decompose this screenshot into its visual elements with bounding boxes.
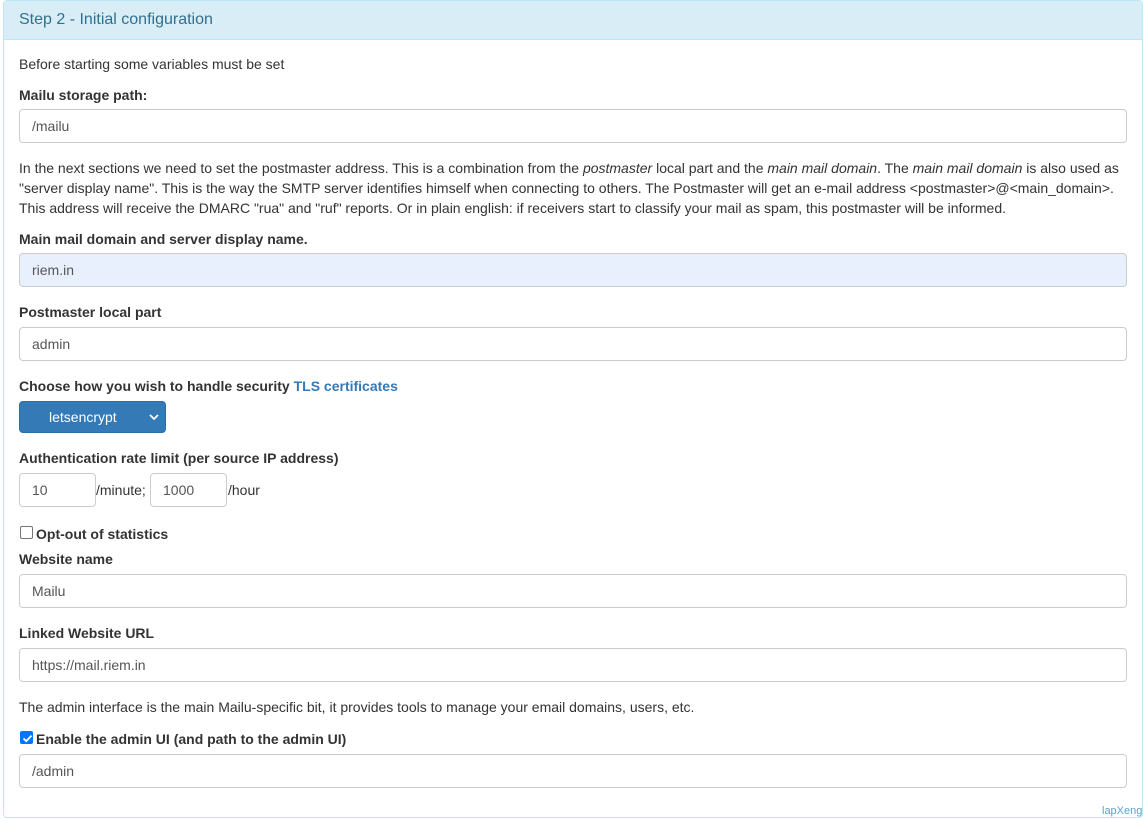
tls-certificates-link[interactable]: TLS certificates xyxy=(294,378,398,394)
website-url-label: Linked Website URL xyxy=(19,625,155,641)
admin-ui-label: Enable the admin UI (and path to the adm… xyxy=(36,731,347,747)
tls-label: Choose how you wish to handle security T… xyxy=(19,376,398,396)
panel-title: Step 2 - Initial configuration xyxy=(4,1,1142,40)
admin-ui-checkbox[interactable] xyxy=(20,731,33,744)
domain-label: Main mail domain and server display name… xyxy=(19,231,308,247)
storage-path-label: Mailu storage path: xyxy=(19,87,148,103)
watermark: lapXeng xyxy=(1102,805,1143,817)
rate-limit-minute-input[interactable]: 10 xyxy=(19,473,96,507)
admin-path-input[interactable]: /admin xyxy=(19,754,1127,788)
chevron-down-icon xyxy=(149,402,159,444)
minute-unit-text: /minute; xyxy=(96,482,146,498)
intro-text: Before starting some variables must be s… xyxy=(19,56,285,72)
tls-select-value: letsencrypt xyxy=(49,409,117,425)
tls-label-text: Choose how you wish to handle security xyxy=(19,378,290,394)
website-name-label: Website name xyxy=(19,551,113,567)
postmaster-info-text: In the next sections we need to set the … xyxy=(19,160,1119,216)
website-url-input[interactable]: https://mail.riem.in xyxy=(19,648,1127,682)
website-name-input[interactable]: Mailu xyxy=(19,574,1127,608)
postmaster-input[interactable]: admin xyxy=(19,327,1127,361)
storage-path-input[interactable]: /mailu xyxy=(19,109,1127,143)
domain-input[interactable]: riem.in xyxy=(19,253,1127,287)
tls-select[interactable]: letsencrypt xyxy=(19,401,166,433)
postmaster-label: Postmaster local part xyxy=(19,304,162,320)
statistics-checkbox[interactable] xyxy=(20,526,33,539)
rate-limit-hour-input[interactable]: 1000 xyxy=(150,473,227,507)
checkmark-icon xyxy=(22,734,33,743)
statistics-label: Opt-out of statistics xyxy=(36,526,169,542)
admin-info-text: The admin interface is the main Mailu-sp… xyxy=(19,699,695,715)
rate-limit-label: Authentication rate limit (per source IP… xyxy=(19,450,339,466)
hour-unit-text: /hour xyxy=(228,482,260,498)
